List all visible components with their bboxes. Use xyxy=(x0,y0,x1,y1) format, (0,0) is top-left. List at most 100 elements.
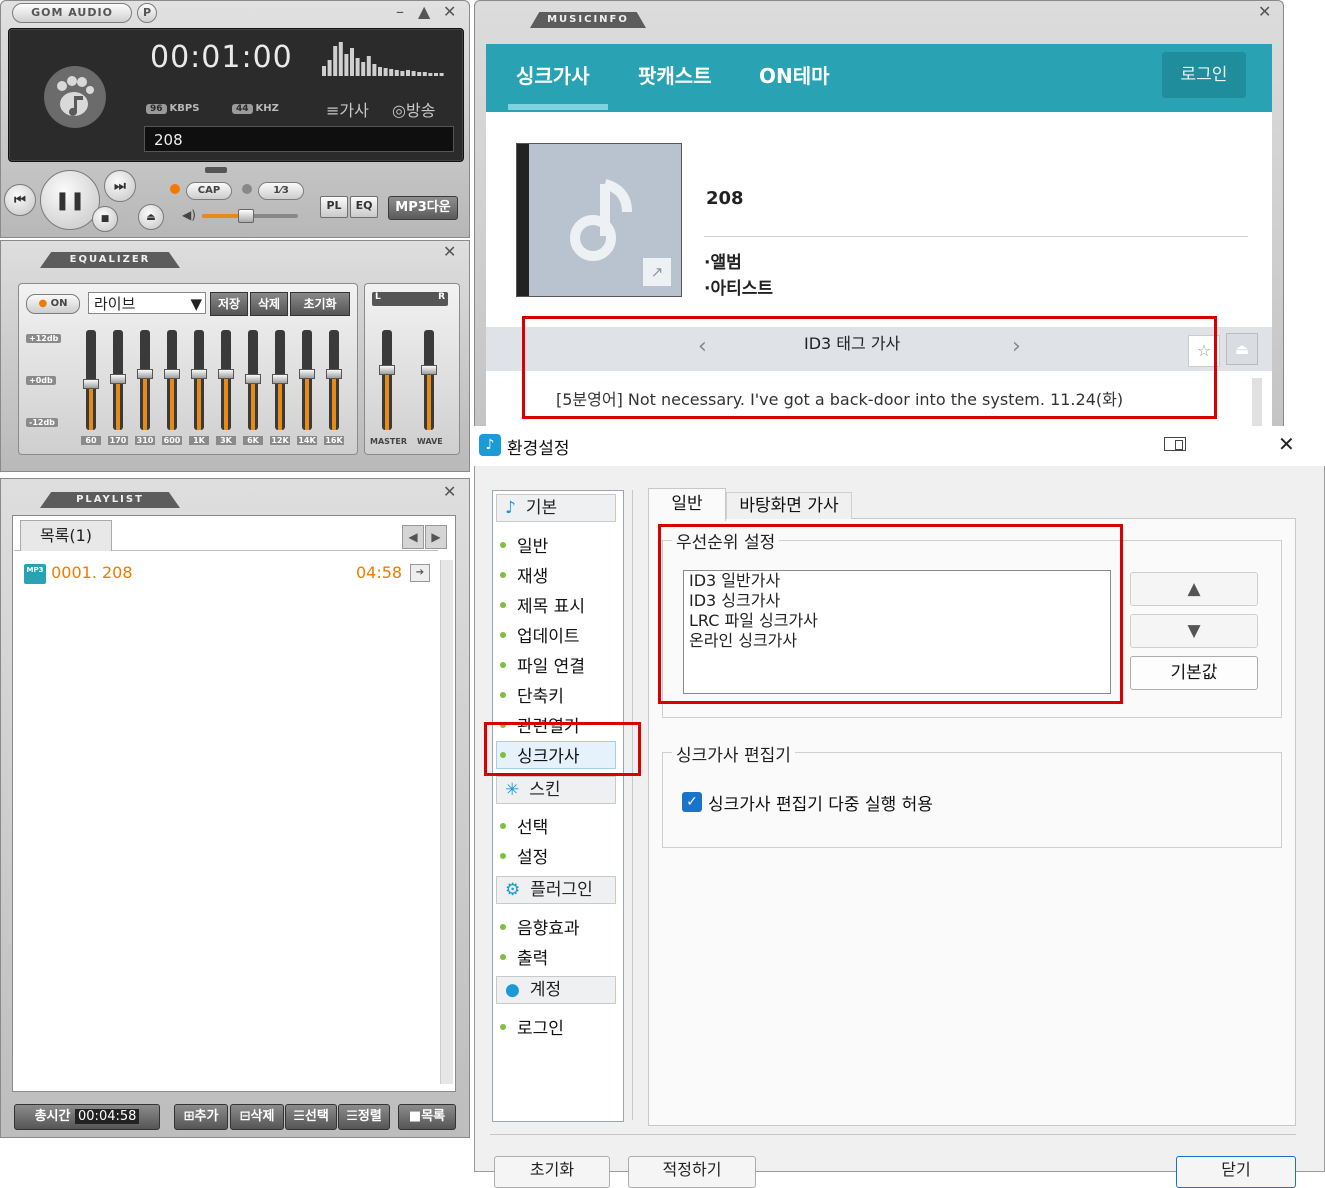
nav-item-skin-select[interactable]: 선택 xyxy=(500,813,548,838)
multi-instance-checkbox[interactable]: ✓ xyxy=(682,792,702,812)
gear-icon: ⚙ xyxy=(505,880,521,900)
tab-next-arrow-icon[interactable]: ▶ xyxy=(425,525,447,549)
volume-slider[interactable] xyxy=(202,209,298,223)
sync-lyrics-highlight-box xyxy=(484,722,641,776)
tab-on-theme[interactable]: ON테마 xyxy=(759,60,830,89)
eq-band-slider[interactable] xyxy=(326,330,342,430)
eq-band-slider[interactable] xyxy=(191,330,207,430)
nav-item-title-display[interactable]: 제목 표시 xyxy=(500,592,585,617)
playlist-delete-button[interactable]: ⊟삭제 xyxy=(230,1104,284,1130)
edit-cover-icon[interactable]: ↗ xyxy=(643,258,671,286)
tab-desktop-lyrics[interactable]: 바탕화면 가사 xyxy=(726,492,852,519)
playlist-p-button[interactable]: P xyxy=(137,3,157,23)
wave-slider[interactable] xyxy=(421,330,437,430)
playlist-item-arrow-icon[interactable]: ➔ xyxy=(410,564,430,582)
broadcast-toggle[interactable]: ◎방송 xyxy=(392,97,435,121)
tab-sync-lyrics[interactable]: 싱크가사 xyxy=(516,60,590,89)
table-row[interactable]: MP3 0001. 208 04:58 ➔ xyxy=(24,562,434,584)
lyrics-toggle[interactable]: ≡가사 xyxy=(326,97,369,121)
tab-general[interactable]: 일반 xyxy=(648,488,726,521)
eq-frequency-label: 60 xyxy=(81,436,101,445)
nav-item-general[interactable]: 일반 xyxy=(500,532,548,557)
nav-item-login[interactable]: 로그인 xyxy=(500,1014,564,1039)
equalizer-preset-select[interactable]: 라이브 ▼ xyxy=(88,292,206,314)
nav-item-skin-settings[interactable]: 설정 xyxy=(500,843,548,868)
eq-band-slider[interactable] xyxy=(272,330,288,430)
eq-band-slider[interactable] xyxy=(299,330,315,430)
move-down-button[interactable]: ▼ xyxy=(1130,614,1258,648)
playlist-scrollbar[interactable] xyxy=(440,560,453,1084)
eq-band-slider[interactable] xyxy=(245,330,261,430)
apply-button[interactable]: 적정하기 xyxy=(628,1156,756,1188)
category-skin[interactable]: ✳ 스킨 xyxy=(496,776,616,804)
restore-window-icon[interactable] xyxy=(1164,437,1186,451)
minimize-icon[interactable]: – xyxy=(396,2,404,21)
eq-reset-button[interactable]: 초기화 xyxy=(290,292,350,316)
close-icon[interactable]: ✕ xyxy=(443,2,456,21)
volume-knob[interactable] xyxy=(238,209,255,223)
nav-item-update[interactable]: 업데이트 xyxy=(500,622,580,647)
eq-band-slider[interactable] xyxy=(110,330,126,430)
eq-frequency-label: 6K xyxy=(243,436,263,445)
previous-track-button[interactable]: ⏮ xyxy=(4,184,36,216)
equalizer-close-icon[interactable]: ✕ xyxy=(443,242,456,261)
spectrum-bar xyxy=(428,73,433,76)
next-track-button[interactable]: ⏭ xyxy=(104,170,136,202)
eq-band-slider[interactable] xyxy=(164,330,180,430)
cap-button[interactable]: CAP xyxy=(186,182,232,200)
playlist-toggle-button[interactable]: PL xyxy=(320,196,348,218)
move-up-button[interactable]: ▲ xyxy=(1130,572,1258,606)
nav-item-shortcuts[interactable]: 단축키 xyxy=(500,682,564,707)
spectrum-bar xyxy=(411,71,416,76)
stop-button[interactable]: ■ xyxy=(92,206,118,232)
seek-handle[interactable] xyxy=(205,167,227,173)
nav-item-file-association[interactable]: 파일 연결 xyxy=(500,652,585,677)
playlist-add-button[interactable]: ⊞추가 xyxy=(174,1104,228,1130)
category-basic[interactable]: ♪ 기본 xyxy=(496,494,616,522)
mini-mode-icon[interactable]: ▲ xyxy=(418,2,430,21)
balance-slider[interactable]: L R xyxy=(372,292,448,306)
repeat-button[interactable]: 1⁄3 xyxy=(258,182,304,200)
spectrum-bar xyxy=(350,48,354,76)
list-icon: ■ xyxy=(408,1109,422,1124)
lyric-scrollbar[interactable] xyxy=(1252,378,1262,428)
eject-button[interactable]: ⏏ xyxy=(138,204,164,230)
close-button[interactable]: 닫기 xyxy=(1176,1156,1296,1188)
reset-button[interactable]: 초기화 xyxy=(494,1156,610,1188)
equalizer-on-toggle[interactable]: ● ON xyxy=(26,294,80,314)
db-label-mid: +0db xyxy=(26,376,56,385)
eq-band-slider[interactable] xyxy=(137,330,153,430)
playlist-tab[interactable]: 목록(1) xyxy=(20,520,112,551)
eq-band-slider[interactable] xyxy=(218,330,234,430)
nav-item-sound-effects[interactable]: 음향효과 xyxy=(500,914,580,939)
musicinfo-login-button[interactable]: 로그인 xyxy=(1162,52,1246,98)
eq-save-button[interactable]: 저장 xyxy=(210,292,248,316)
sample-rate-value: 44 xyxy=(232,104,253,114)
playlist-sort-button[interactable]: ☰정렬 xyxy=(338,1104,390,1130)
tab-prev-arrow-icon[interactable]: ◀ xyxy=(402,525,424,549)
mp3-download-button[interactable]: MP3다운 xyxy=(388,196,458,220)
category-account[interactable]: ● 계정 xyxy=(496,976,616,1004)
settings-splitter xyxy=(632,490,633,1120)
eq-band-slider[interactable] xyxy=(83,330,99,430)
tab-podcast[interactable]: 팟캐스트 xyxy=(638,60,712,89)
nav-item-output[interactable]: 출력 xyxy=(500,944,548,969)
musicinfo-close-icon[interactable]: ✕ xyxy=(1258,2,1271,21)
playlist-list-button[interactable]: ■목록 xyxy=(398,1104,456,1130)
spectrum-bar xyxy=(406,70,410,76)
default-button[interactable]: 기본값 xyxy=(1130,656,1258,690)
spectrum-bar xyxy=(389,69,394,76)
notification-bell-icon[interactable]: ⏏ xyxy=(1226,333,1258,365)
balance-right-label: R xyxy=(438,292,445,302)
playlist-select-button[interactable]: ☰선택 xyxy=(285,1104,337,1130)
gom-audio-logo[interactable]: GOM AUDIO xyxy=(12,3,132,23)
equalizer-toggle-button[interactable]: EQ xyxy=(350,196,378,218)
eq-delete-button[interactable]: 삭제 xyxy=(250,292,288,316)
settings-close-icon[interactable]: ✕ xyxy=(1278,432,1295,456)
spectrum-bar xyxy=(394,70,399,76)
nav-item-playback[interactable]: 재생 xyxy=(500,562,548,587)
playlist-close-icon[interactable]: ✕ xyxy=(443,482,456,501)
master-slider[interactable] xyxy=(379,330,395,430)
pause-button[interactable]: ❚❚ xyxy=(40,170,100,230)
category-plugin[interactable]: ⚙ 플러그인 xyxy=(496,876,616,904)
